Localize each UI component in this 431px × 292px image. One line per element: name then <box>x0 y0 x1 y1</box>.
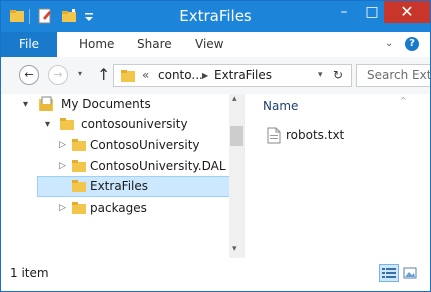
tree-item-label: contosouniversity <box>81 117 188 131</box>
recent-locations-icon[interactable]: ▾ <box>78 69 82 78</box>
text-file-icon <box>267 127 281 144</box>
large-icons-view-icon <box>403 267 417 279</box>
item-count: 1 item <box>10 266 49 280</box>
address-row: ← → ▾ ↑ « conto... ▶ ExtraFiles ▾ ↻ Sear… <box>1 57 430 94</box>
tree-item-label: packages <box>90 201 147 215</box>
sort-ascending-icon: ^ <box>400 96 407 105</box>
forward-button[interactable]: → <box>48 65 68 85</box>
large-icons-view-button[interactable] <box>400 264 420 282</box>
tree-item-label: ContosoUniversity <box>90 138 200 152</box>
tab-view[interactable]: View <box>195 32 223 57</box>
details-view-icon <box>382 268 396 278</box>
tree-item-label: ContosoUniversity.DAL <box>90 159 226 173</box>
search-input[interactable]: Search Ext... <box>356 64 431 87</box>
tab-share[interactable]: Share <box>137 32 172 57</box>
scrollbar-thumb[interactable] <box>230 126 243 146</box>
tab-home[interactable]: Home <box>79 32 114 57</box>
maximize-button[interactable]: □ <box>359 1 385 23</box>
refresh-icon[interactable]: ↻ <box>333 65 343 86</box>
file-list: Name ^ robots.txt <box>245 94 430 258</box>
address-bar[interactable]: « conto... ▶ ExtraFiles ▾ ↻ <box>113 64 352 87</box>
scroll-up-icon[interactable]: ▴ <box>232 94 237 104</box>
help-icon[interactable]: ? <box>405 37 419 51</box>
breadcrumb-conto[interactable]: conto... <box>158 65 203 86</box>
tree-item-label: ExtraFiles <box>90 179 149 193</box>
breadcrumb-extrafiles[interactable]: ExtraFiles <box>214 65 272 86</box>
address-dropdown-icon[interactable]: ▾ <box>318 65 323 86</box>
breadcrumb-overflow[interactable]: « <box>142 65 149 86</box>
minimize-button[interactable]: – <box>331 1 357 23</box>
title-bar: ExtraFiles – □ ✕ <box>1 1 430 32</box>
explorer-window: ExtraFiles – □ ✕ File Home Share View ⌄ … <box>0 0 431 292</box>
close-button[interactable]: ✕ <box>384 1 430 23</box>
collapse-icon[interactable]: ▾ <box>23 94 28 115</box>
up-button[interactable]: ↑ <box>97 65 110 84</box>
folder-icon <box>72 139 86 151</box>
folder-icon <box>60 118 74 130</box>
expand-icon[interactable]: ▷ <box>59 198 66 219</box>
tree-item-label: My Documents <box>61 97 151 111</box>
back-button[interactable]: ← <box>19 65 39 85</box>
breadcrumb-separator-icon: ▶ <box>202 71 209 80</box>
nav-pane-scrollbar[interactable]: ▴ ▾ <box>229 94 244 258</box>
folder-icon <box>72 202 86 214</box>
ribbon: File Home Share View ⌄ ? <box>1 32 430 58</box>
tab-file[interactable]: File <box>1 32 57 57</box>
scroll-down-icon[interactable]: ▾ <box>232 244 237 254</box>
ribbon-expand-icon[interactable]: ⌄ <box>385 38 393 49</box>
search-placeholder: Search Ext... <box>367 68 431 82</box>
expand-icon[interactable]: ▷ <box>59 156 66 177</box>
documents-library-icon <box>39 96 53 111</box>
expand-icon[interactable]: ▷ <box>59 135 66 156</box>
details-view-button[interactable] <box>379 264 399 282</box>
folder-icon <box>121 70 135 82</box>
column-header-name[interactable]: Name ^ <box>263 96 407 113</box>
folder-icon <box>72 180 86 192</box>
collapse-icon[interactable]: ▾ <box>45 114 50 135</box>
navigation-pane: ▾ My Documents ▾ contosouniversity ▷ Con… <box>1 94 245 258</box>
folder-icon <box>72 160 86 172</box>
column-header-label: Name <box>263 99 299 113</box>
file-name: robots.txt <box>286 128 345 142</box>
status-bar: 1 item <box>1 258 430 291</box>
